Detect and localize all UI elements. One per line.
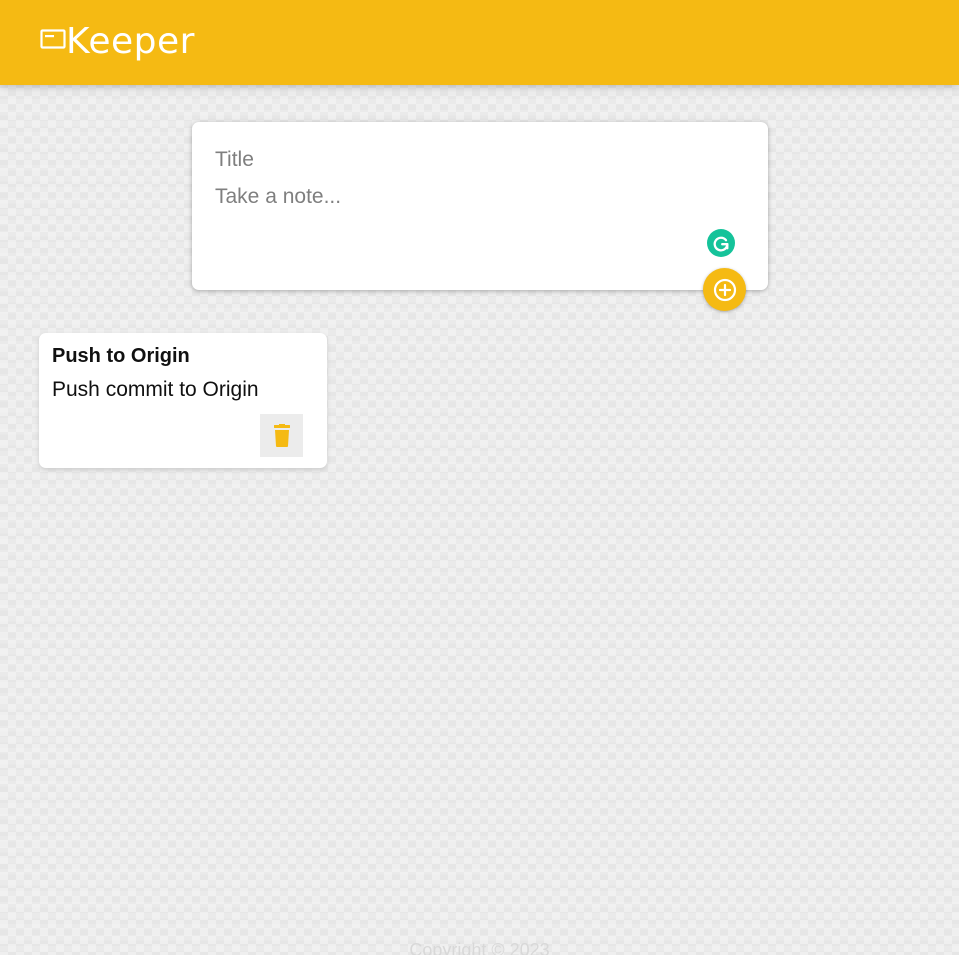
app-header: Keeper [0,0,959,85]
add-circle-icon [713,278,736,301]
note-icon [40,29,66,49]
grammarly-icon[interactable] [707,229,735,257]
note-card: Push to Origin Push commit to Origin [39,333,327,468]
note-content-input[interactable] [215,185,735,245]
add-note-button[interactable] [703,268,746,311]
create-note-form [192,122,768,290]
delete-note-button[interactable] [260,414,303,457]
footer: Copyright © 2023 [0,940,959,955]
note-content: Push commit to Origin [52,378,259,401]
trash-icon [273,423,290,447]
note-title-input[interactable] [215,147,735,173]
app-logo: Keeper [40,20,195,64]
app-title: Keeper [66,21,195,62]
copyright-text: Copyright © 2023 [409,940,550,955]
note-title: Push to Origin [52,345,190,367]
